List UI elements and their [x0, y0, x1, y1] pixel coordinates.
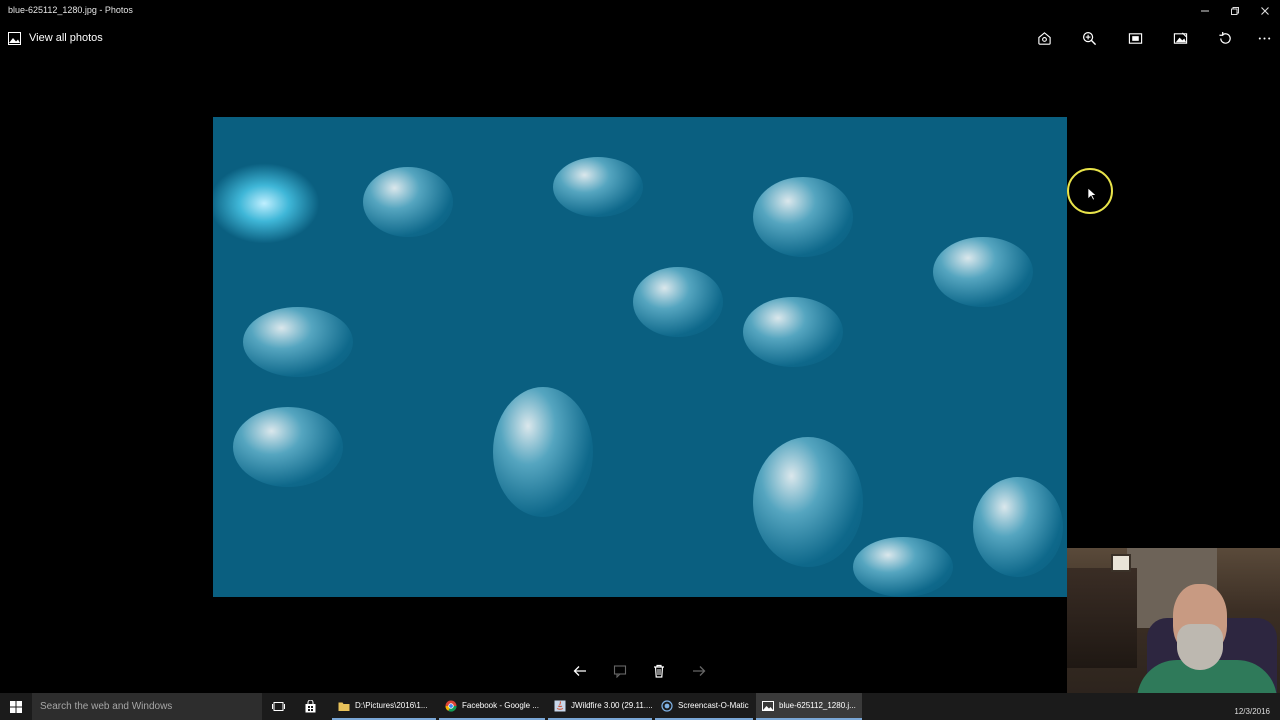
webcam-overlay	[1067, 548, 1280, 708]
photo-icon	[8, 31, 21, 45]
record-icon	[661, 699, 673, 712]
close-button[interactable]	[1250, 0, 1280, 22]
comment-button[interactable]	[609, 660, 631, 682]
next-photo-button[interactable]	[688, 660, 710, 682]
rotate-icon	[1218, 31, 1231, 44]
store-icon	[305, 700, 315, 713]
photos-icon	[762, 700, 774, 711]
taskbar-app-label: Screencast-O-Matic	[678, 701, 749, 710]
store-button[interactable]	[295, 693, 325, 720]
glass-pebble	[233, 407, 343, 487]
glass-pebble	[753, 437, 863, 567]
mouse-cursor-icon	[1087, 187, 1097, 201]
zoom-in-icon	[1082, 31, 1096, 45]
more-icon	[1258, 36, 1270, 40]
webcam-shelf	[1067, 568, 1137, 668]
taskbar-app-photos[interactable]: blue-625112_1280.j...	[756, 693, 862, 720]
restore-icon	[1231, 7, 1239, 15]
close-icon	[1261, 7, 1269, 15]
task-view-icon	[271, 702, 285, 711]
taskbar-app-label: blue-625112_1280.j...	[779, 701, 856, 710]
glass-pebble	[493, 387, 593, 517]
taskbar-app-label: D:\Pictures\2016\1...	[355, 701, 428, 710]
arrow-left-icon	[573, 666, 586, 676]
webcam-person-beard	[1177, 624, 1223, 670]
glass-pebble	[753, 177, 853, 257]
edit-image-icon	[1173, 31, 1187, 44]
taskbar-app-label: Facebook - Google ...	[462, 701, 539, 710]
folder-icon	[338, 702, 350, 711]
start-button[interactable]	[0, 693, 32, 720]
comment-icon	[613, 665, 627, 678]
taskbar-app-chrome[interactable]: Facebook - Google ...	[439, 693, 545, 720]
glass-pebble	[853, 537, 953, 597]
taskbar: Search the web and Windows D:\Pictures\2…	[0, 693, 1280, 720]
glass-pebble	[553, 157, 643, 217]
view-all-photos-label: View all photos	[29, 32, 103, 44]
zoom-button[interactable]	[1077, 28, 1101, 48]
chrome-icon	[445, 700, 457, 712]
glass-pebble	[933, 237, 1033, 307]
task-view-button[interactable]	[263, 693, 293, 720]
taskbar-app-label: JWildfire 3.00 (29.11....	[571, 701, 652, 710]
title-bar: blue-625112_1280.jpg - Photos	[0, 0, 1280, 22]
slideshow-button[interactable]	[1123, 28, 1147, 48]
taskbar-app-jwildfire[interactable]: JWildfire 3.00 (29.11....	[548, 693, 652, 720]
glass-pebble	[363, 167, 453, 237]
taskbar-app-explorer[interactable]: D:\Pictures\2016\1...	[332, 693, 436, 720]
windows-logo-icon	[10, 700, 22, 713]
window-title: blue-625112_1280.jpg - Photos	[8, 5, 133, 15]
slideshow-icon	[1128, 32, 1142, 44]
delete-icon	[654, 664, 664, 678]
taskbar-search-box[interactable]: Search the web and Windows	[32, 693, 262, 720]
more-options-button[interactable]	[1252, 28, 1276, 48]
view-all-photos-button[interactable]: View all photos	[8, 30, 103, 46]
webcam-picture-frame	[1111, 554, 1131, 572]
java-icon	[554, 700, 566, 711]
main-photo[interactable]	[213, 117, 1067, 597]
search-placeholder: Search the web and Windows	[40, 701, 173, 712]
glass-pebble	[243, 307, 353, 377]
glass-pebble	[973, 477, 1063, 577]
rotate-button[interactable]	[1213, 28, 1237, 48]
minimize-button[interactable]	[1190, 0, 1220, 22]
app-toolbar: View all photos	[0, 24, 1280, 52]
tray-date: 12/3/2016	[1234, 707, 1270, 716]
delete-button[interactable]	[648, 660, 670, 682]
glass-pebble	[743, 297, 843, 367]
edit-image-button[interactable]	[1168, 28, 1192, 48]
taskbar-app-screencast[interactable]: Screencast-O-Matic	[655, 693, 753, 720]
glass-pebble	[633, 267, 723, 337]
restore-button[interactable]	[1220, 0, 1250, 22]
share-icon	[1037, 31, 1051, 45]
previous-photo-button[interactable]	[569, 660, 591, 682]
minimize-icon	[1201, 10, 1209, 12]
share-button[interactable]	[1032, 28, 1056, 48]
arrow-right-icon	[693, 666, 706, 676]
